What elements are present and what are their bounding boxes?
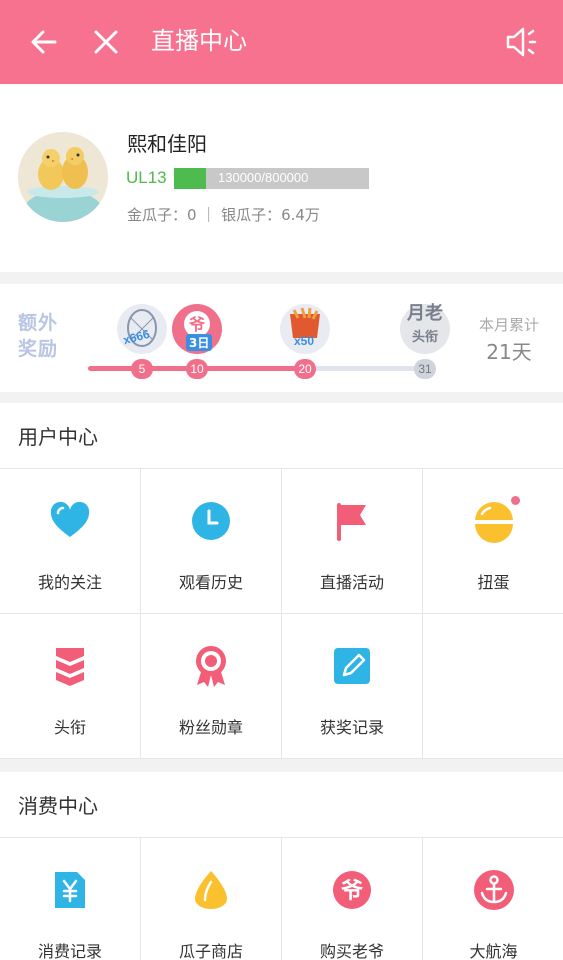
reward-strip[interactable]: 额外 奖励 x666 爷 3日 x50 月老 头衔 5 10 20 31 本月累… bbox=[0, 284, 563, 392]
top-bar: 直播中心 bbox=[0, 0, 563, 84]
grid-item-seed-shop[interactable]: 瓜子商店 bbox=[141, 838, 282, 960]
reward-label: 额外 奖励 bbox=[18, 310, 68, 362]
username: 熙和佳阳 bbox=[127, 132, 207, 156]
milestone-icon-20[interactable]: x50 bbox=[280, 304, 330, 354]
page-title: 直播中心 bbox=[151, 27, 247, 55]
milestone-badge-31-top: 月老 bbox=[407, 303, 443, 324]
milestone-day-20: 20 bbox=[294, 359, 316, 379]
xp-progress-fill bbox=[174, 168, 206, 189]
grid-item-label: 购买老爷 bbox=[319, 942, 384, 960]
milestone-icon-31[interactable]: 月老 头衔 bbox=[400, 304, 450, 354]
svg-text:爷: 爷 bbox=[341, 878, 364, 904]
coin-balance: 金瓜子：0 ｜ 银瓜子：6.4万 bbox=[127, 206, 320, 224]
consume-center-title: 消费中心 bbox=[18, 794, 98, 818]
grid-item-buy-laoye[interactable]: 爷 购买老爷 bbox=[282, 838, 423, 960]
flag-icon bbox=[330, 499, 374, 543]
grid-item-label: 我的关注 bbox=[37, 573, 102, 592]
arrow-left-icon[interactable] bbox=[24, 22, 64, 62]
grid-item-label: 扭蛋 bbox=[477, 573, 510, 592]
notification-dot bbox=[511, 496, 520, 505]
grid-item-label: 瓜子商店 bbox=[178, 942, 243, 960]
user-center-header: 用户中心 bbox=[0, 403, 563, 469]
chevrons-icon bbox=[48, 644, 92, 688]
grid-item-label: 消费记录 bbox=[37, 942, 102, 960]
grid-item-follow[interactable]: 我的关注 bbox=[0, 469, 141, 614]
grid-item-fan-medal[interactable]: 粉丝勋章 bbox=[141, 614, 282, 759]
grid-item-empty bbox=[423, 614, 563, 759]
grid-item-spending-record[interactable]: 消费记录 bbox=[0, 838, 141, 960]
milestone-badge-10: 3日 bbox=[186, 334, 213, 351]
ye-badge-icon: 爷 bbox=[330, 868, 374, 912]
grid-item-label: 获奖记录 bbox=[319, 718, 384, 737]
clock-icon bbox=[189, 499, 233, 543]
milestone-day-5: 5 bbox=[131, 359, 153, 379]
milestone-day-10: 10 bbox=[186, 359, 208, 379]
speaker-icon[interactable] bbox=[502, 22, 542, 62]
grid-item-awards[interactable]: 获奖记录 bbox=[282, 614, 423, 759]
grid-item-label: 直播活动 bbox=[319, 573, 384, 592]
milestone-badge-20: x50 bbox=[294, 334, 315, 348]
consume-center-header: 消费中心 bbox=[0, 772, 563, 838]
grid-item-label: 粉丝勋章 bbox=[178, 718, 243, 737]
seed-icon bbox=[189, 868, 233, 912]
yen-receipt-icon bbox=[48, 868, 92, 912]
milestone-badge-31-bottom: 头衔 bbox=[411, 330, 438, 345]
reward-label-line1: 额外 bbox=[18, 312, 59, 334]
avatar[interactable] bbox=[18, 132, 108, 222]
milestone-day-31: 31 bbox=[414, 359, 436, 379]
grid-item-label: 头衔 bbox=[53, 718, 86, 737]
consume-center-grid: 消费记录 瓜子商店 爷 购买老爷 大航海 bbox=[0, 838, 563, 960]
grid-item-titles[interactable]: 头衔 bbox=[0, 614, 141, 759]
monthly-total-value: 21天 bbox=[486, 340, 532, 364]
monthly-total-label: 本月累计 bbox=[478, 316, 539, 334]
user-center-title: 用户中心 bbox=[18, 425, 98, 449]
close-icon[interactable] bbox=[86, 22, 126, 62]
grid-item-history[interactable]: 观看历史 bbox=[141, 469, 282, 614]
xp-progress-bar: 130000/800000 bbox=[174, 168, 369, 189]
monthly-total: 本月累计 21天 bbox=[470, 314, 548, 365]
medal-icon bbox=[189, 644, 233, 688]
grid-item-activities[interactable]: 直播活动 bbox=[282, 469, 423, 614]
user-center-grid: 我的关注 观看历史 直播活动 扭蛋 头衔 粉丝勋章 获奖记录 bbox=[0, 469, 563, 759]
grid-item-gacha[interactable]: 扭蛋 bbox=[423, 469, 563, 614]
profile-card[interactable]: 熙和佳阳 UL13 130000/800000 金瓜子：0 ｜ 银瓜子：6.4万 bbox=[0, 84, 563, 272]
grid-item-label: 大航海 bbox=[469, 942, 518, 960]
reward-label-line2: 奖励 bbox=[18, 338, 59, 360]
user-level: UL13 bbox=[126, 168, 167, 187]
milestone-icon-5[interactable]: x666 bbox=[117, 304, 167, 354]
heart-icon bbox=[48, 499, 92, 543]
milestone-icon-10[interactable]: 爷 3日 bbox=[172, 304, 222, 354]
edit-icon bbox=[330, 644, 374, 688]
grid-item-label: 观看历史 bbox=[178, 573, 243, 592]
xp-text: 130000/800000 bbox=[218, 170, 309, 185]
anchor-icon bbox=[472, 868, 516, 912]
grid-item-voyage[interactable]: 大航海 bbox=[423, 838, 563, 960]
svg-text:爷: 爷 bbox=[188, 315, 206, 334]
capsule-icon bbox=[472, 499, 516, 543]
